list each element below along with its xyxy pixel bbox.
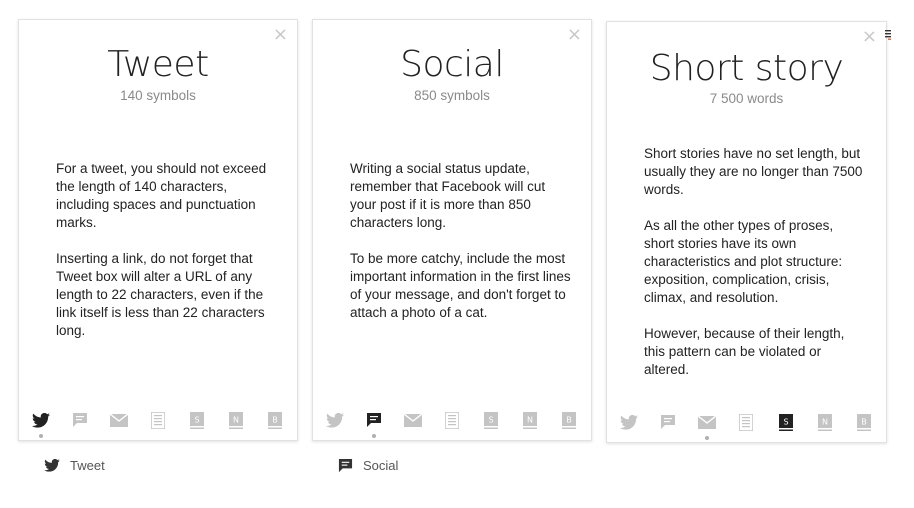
chat-icon[interactable]	[658, 412, 678, 432]
novel-icon-letter: N	[822, 417, 828, 426]
book-icon[interactable]: B	[854, 412, 874, 432]
description-paragraph: For a tweet, you should not exceed the l…	[56, 161, 267, 230]
story-icon[interactable]: S	[481, 410, 501, 430]
chat-icon[interactable]	[364, 410, 384, 438]
mail-icon[interactable]	[697, 412, 717, 440]
card-title: Short story	[649, 48, 844, 89]
card-description: Short stories have no set length, but us…	[644, 145, 866, 397]
card-title: Tweet	[107, 44, 209, 85]
novel-icon[interactable]: N	[520, 410, 540, 430]
description-paragraph: Inserting a link, do not forget that Twe…	[56, 251, 265, 338]
mail-icon[interactable]	[109, 410, 129, 430]
novel-icon[interactable]: N	[226, 410, 246, 430]
book-icon[interactable]: B	[265, 410, 285, 430]
social-card: × Social 850 symbols Writing a social st…	[312, 19, 592, 441]
book-icon-letter: B	[861, 417, 867, 426]
story-icon-letter: S	[488, 415, 493, 424]
next-card-edge-icon	[885, 30, 891, 40]
card-title: Social	[400, 44, 504, 85]
twitter-icon[interactable]	[619, 412, 639, 432]
description-paragraph: Short stories have no set length, but us…	[644, 146, 863, 197]
novel-icon-letter: N	[527, 415, 533, 424]
twitter-icon[interactable]	[325, 410, 345, 430]
format-icon-row: S N B	[321, 410, 583, 438]
format-icon-row: S N B	[27, 410, 289, 438]
active-indicator-dot	[372, 434, 376, 438]
description-paragraph: As all the other types of proses, short …	[644, 218, 843, 305]
card-subtitle: 140 symbols	[120, 88, 196, 103]
story-icon-letter: S	[783, 417, 788, 426]
description-paragraph: Writing a social status update, remember…	[350, 161, 546, 230]
twitter-icon[interactable]	[31, 410, 51, 438]
description-paragraph: However, because of their length, this p…	[644, 326, 845, 377]
card-description: For a tweet, you should not exceed the l…	[56, 160, 277, 358]
close-icon[interactable]: ×	[862, 28, 877, 46]
document-icon[interactable]	[442, 410, 462, 430]
card-description: Writing a social status update, remember…	[350, 160, 571, 340]
mail-icon[interactable]	[403, 410, 423, 430]
tab-tweet[interactable]: Tweet	[44, 458, 105, 473]
short-story-card: × Short story 7 500 words Short stories …	[606, 21, 887, 443]
tab-social[interactable]: Social	[338, 458, 398, 473]
active-indicator-dot	[39, 434, 43, 438]
document-icon[interactable]	[736, 412, 756, 432]
document-icon[interactable]	[148, 410, 168, 430]
tweet-card: × Tweet 140 symbols For a tweet, you sho…	[18, 19, 298, 441]
story-icon-letter: S	[194, 415, 199, 424]
book-icon[interactable]: B	[559, 410, 579, 430]
tab-label: Social	[363, 458, 399, 473]
novel-icon[interactable]: N	[815, 412, 835, 432]
description-paragraph: To be more catchy, include the most impo…	[350, 251, 571, 320]
card-subtitle: 850 symbols	[414, 88, 490, 103]
story-icon[interactable]: S	[187, 410, 207, 430]
story-icon[interactable]: S	[776, 412, 796, 432]
chat-icon	[338, 458, 353, 473]
card-subtitle: 7 500 words	[709, 91, 784, 106]
twitter-icon	[44, 459, 60, 472]
book-icon-letter: B	[566, 415, 572, 424]
format-icon-row: S N B	[615, 412, 878, 440]
novel-icon-letter: N	[233, 415, 239, 424]
tab-label: Tweet	[70, 458, 105, 473]
hover-indicator-dot	[705, 436, 710, 440]
book-icon-letter: B	[272, 415, 278, 424]
chat-icon[interactable]	[70, 410, 90, 430]
